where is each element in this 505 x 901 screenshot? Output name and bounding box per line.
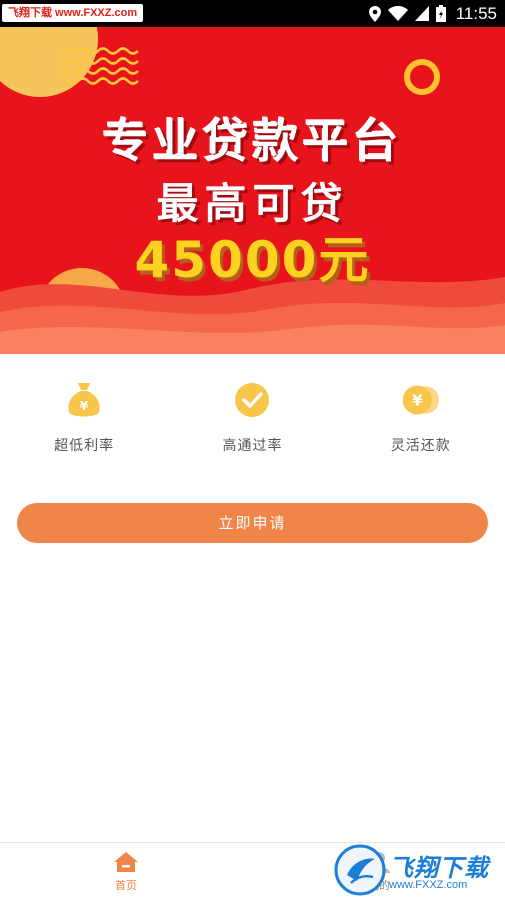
- feature-high-approval: 高通过率: [192, 380, 312, 455]
- status-time: 11:55: [455, 3, 497, 23]
- watermark-url: www.FXXZ.com: [389, 879, 468, 891]
- signal-icon: [414, 6, 429, 21]
- watermark-text: 飞翔下载: [389, 854, 489, 882]
- wifi-icon: [387, 6, 408, 21]
- watermark-logo-icon: [334, 844, 386, 896]
- svg-text:¥: ¥: [412, 391, 423, 409]
- status-icons: 11:55: [368, 0, 497, 27]
- svg-text:¥: ¥: [80, 399, 89, 413]
- watermark-tag: 飞翔下载 www.FXXZ.com: [2, 4, 144, 22]
- feature-label: 超低利率: [54, 438, 115, 454]
- location-icon: [368, 5, 381, 22]
- feature-low-interest: ¥ 超低利率: [24, 380, 144, 455]
- feature-label: 灵活还款: [390, 438, 451, 454]
- watermark: 飞翔下载 www.FXXZ.com: [333, 842, 501, 898]
- nav-home-label: 首页: [115, 879, 137, 892]
- apply-now-button[interactable]: 立即申请: [17, 503, 488, 543]
- home-icon: [114, 852, 138, 872]
- coins-icon: ¥: [401, 380, 441, 420]
- feature-label: 高通过率: [222, 438, 283, 454]
- promo-banner[interactable]: 专业贷款平台 最高可贷 45000元: [0, 27, 505, 354]
- feature-list: ¥ 超低利率 高通过率 ¥ 灵活还款: [0, 380, 505, 455]
- banner-amount: 45000元: [134, 231, 371, 289]
- battery-icon: [435, 5, 446, 22]
- check-circle-icon: [232, 380, 272, 420]
- banner-title: 专业贷款平台: [102, 114, 403, 168]
- nav-home[interactable]: 首页: [86, 851, 166, 893]
- status-bar: 飞翔下载 www.FXXZ.com 11:55: [0, 0, 505, 27]
- feature-flexible-repay: ¥ 灵活还款: [361, 380, 481, 455]
- money-bag-icon: ¥: [64, 380, 104, 420]
